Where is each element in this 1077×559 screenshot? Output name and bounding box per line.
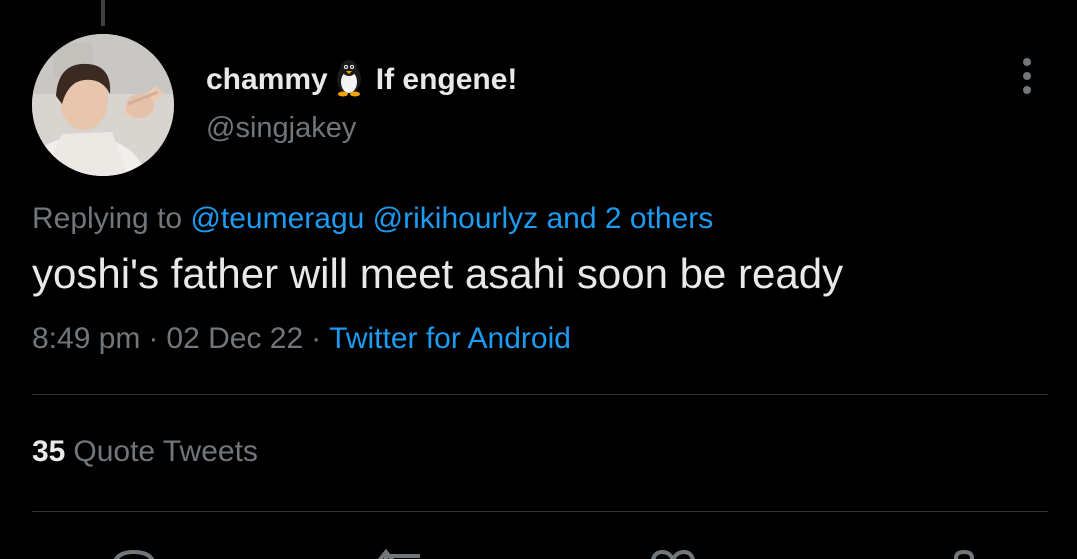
meta-separator: · xyxy=(311,322,322,355)
tweet-date[interactable]: 02 Dec 22 xyxy=(166,322,303,355)
tweet-detail: chammy If engene! @singjakey Replying to… xyxy=(0,0,1077,559)
replying-to-line: Replying to @teumeragu @rikihourlyz and … xyxy=(32,202,713,236)
retweet-icon[interactable] xyxy=(376,548,432,559)
avatar[interactable] xyxy=(32,34,174,176)
quote-tweets-stat[interactable]: 35 Quote Tweets xyxy=(32,435,258,469)
reply-mention-link[interactable]: @teumeragu xyxy=(190,202,364,235)
replying-to-label: Replying to xyxy=(32,202,183,235)
penguin-icon xyxy=(332,59,366,102)
quote-count: 35 xyxy=(32,435,66,468)
reply-icon[interactable] xyxy=(110,548,160,559)
reply-mention-link[interactable]: @rikihourlyz xyxy=(373,202,538,235)
like-icon[interactable] xyxy=(648,548,698,559)
author-display-name-suffix[interactable]: If engene! xyxy=(376,63,518,97)
author-name-row[interactable]: chammy If engene! xyxy=(206,58,517,102)
tweet-source-link[interactable]: Twitter for Android xyxy=(329,322,571,355)
share-icon[interactable] xyxy=(944,548,984,559)
tweet-text: yoshi's father will meet asahi soon be r… xyxy=(32,250,844,297)
tweet-time[interactable]: 8:49 pm xyxy=(32,322,140,355)
more-options-icon[interactable] xyxy=(1012,56,1042,96)
tweet-meta: 8:49 pm · 02 Dec 22 · Twitter for Android xyxy=(32,322,571,356)
thread-connector-line xyxy=(101,0,105,26)
reply-others-link[interactable]: and 2 others xyxy=(547,202,714,235)
quote-label: Quote Tweets xyxy=(73,435,258,468)
divider xyxy=(32,394,1048,395)
divider xyxy=(32,511,1048,512)
author-display-name[interactable]: chammy xyxy=(206,63,328,97)
author-handle[interactable]: @singjakey xyxy=(206,112,356,145)
meta-separator: · xyxy=(148,322,159,355)
tweet-action-bar xyxy=(0,542,1077,559)
